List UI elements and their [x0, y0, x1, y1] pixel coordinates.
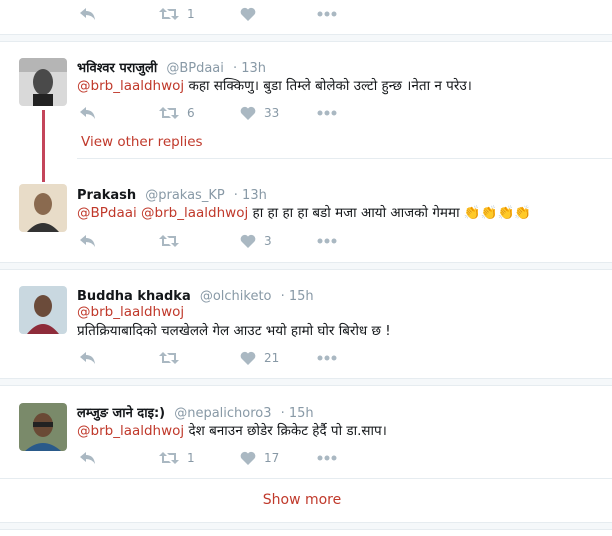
divider [77, 158, 612, 159]
retweet-button[interactable] [159, 348, 179, 368]
like-button[interactable] [240, 4, 256, 24]
like-count: 3 [264, 234, 272, 248]
more-icon [317, 11, 337, 17]
avatar[interactable] [19, 403, 67, 451]
username[interactable]: @olchiketo [200, 289, 272, 304]
more-icon [317, 238, 337, 244]
tweet-text: @brb_laaldhwoj कहा सक्किणु। बुडा तिम्ले … [77, 76, 472, 94]
retweet-button[interactable]: 1 [159, 448, 195, 468]
like-button[interactable]: 17 [240, 448, 279, 468]
tweet-actions: 6 33 [77, 103, 377, 123]
more-button[interactable] [317, 4, 337, 24]
timestamp[interactable]: · 15h [281, 406, 314, 421]
heart-icon [240, 7, 256, 21]
like-button[interactable]: 33 [240, 103, 279, 123]
more-button[interactable] [317, 231, 337, 251]
tweet-actions: 1 [77, 4, 377, 24]
heart-icon [240, 451, 256, 465]
reply-icon [80, 452, 95, 464]
avatar[interactable] [19, 184, 67, 232]
username[interactable]: @BPdaai [166, 61, 224, 76]
tweet-header: Buddha khadka @olchiketo · 15h [77, 285, 314, 304]
retweet-icon [159, 352, 179, 364]
tweet-body: प्रतिक्रियाबादिको चलखेलले गेल आउट भयो हा… [77, 323, 391, 339]
timestamp[interactable]: · 13h [234, 188, 267, 203]
tweet-body: देश बनाउन छोडेर क्रिकेट हेर्दै पो डा.साप… [184, 423, 387, 439]
like-count: 17 [264, 451, 280, 465]
tweet-body: कहा सक्किणु। बुडा तिम्ले बोलेको उल्टो हु… [184, 78, 472, 94]
heart-icon [240, 351, 256, 365]
separator [0, 262, 612, 270]
retweet-button[interactable] [159, 231, 179, 251]
tweet-mention-line: @brb_laaldhwoj [77, 304, 184, 320]
reply-button[interactable] [79, 231, 97, 251]
more-icon [317, 110, 337, 116]
separator [0, 522, 612, 530]
tweet-actions: 3 [77, 231, 377, 251]
reply-icon [80, 352, 95, 364]
retweet-button[interactable]: 1 [159, 4, 195, 24]
retweet-icon [159, 452, 179, 464]
tweet-body: हा हा हा हा बडो मजा आयो आजको गेममा 👏👏👏👏 [248, 205, 532, 221]
reply-icon [80, 107, 95, 119]
like-button[interactable]: 21 [240, 348, 279, 368]
reply-button[interactable] [79, 4, 97, 24]
retweet-icon [159, 107, 179, 119]
retweet-icon [159, 8, 179, 20]
separator [0, 378, 612, 386]
like-button[interactable]: 3 [240, 231, 272, 251]
retweet-button[interactable]: 6 [159, 103, 195, 123]
tweet-header: भविश्वर पराजुली @BPdaai · 13h [77, 57, 266, 76]
more-button[interactable] [317, 348, 337, 368]
display-name[interactable]: Buddha khadka [77, 289, 191, 304]
mention-link[interactable]: @brb_laaldhwoj [77, 78, 184, 94]
timestamp[interactable]: · 13h [233, 61, 266, 76]
more-button[interactable] [317, 103, 337, 123]
display-name[interactable]: भविश्वर पराजुली [77, 61, 157, 76]
mention-link[interactable]: @brb_laaldhwoj [77, 304, 184, 320]
view-other-replies-link[interactable]: View other replies [81, 134, 203, 150]
retweet-count: 1 [187, 7, 195, 21]
username[interactable]: @prakas_KP [145, 188, 224, 203]
timestamp[interactable]: · 15h [281, 289, 314, 304]
display-name[interactable]: Prakash [77, 188, 136, 203]
show-more-button[interactable]: Show more [0, 492, 604, 508]
mention-link[interactable]: @BPdaai @brb_laaldhwoj [77, 205, 248, 221]
like-count: 21 [264, 351, 280, 365]
reply-button[interactable] [79, 348, 97, 368]
reply-button[interactable] [79, 103, 97, 123]
tweet-header: Prakash @prakas_KP · 13h [77, 184, 267, 203]
separator [0, 34, 612, 42]
reply-button[interactable] [79, 448, 97, 468]
display-name[interactable]: लम्जुङ जाने दाइ:) [77, 406, 165, 421]
thread-line [42, 110, 45, 182]
like-count: 33 [264, 106, 280, 120]
more-button[interactable] [317, 448, 337, 468]
username[interactable]: @nepalichoro3 [174, 406, 271, 421]
tweet-text: @BPdaai @brb_laaldhwoj हा हा हा हा बडो म… [77, 203, 531, 221]
heart-icon [240, 106, 256, 120]
tweet-header: लम्जुङ जाने दाइ:) @nepalichoro3 · 15h [77, 402, 314, 421]
retweet-icon [159, 235, 179, 247]
tweet-text: @brb_laaldhwoj देश बनाउन छोडेर क्रिकेट ह… [77, 421, 387, 439]
tweet-actions: 21 [77, 348, 377, 368]
heart-icon [240, 234, 256, 248]
tweet-actions: 1 17 [77, 448, 377, 468]
reply-icon [80, 8, 95, 20]
reply-icon [80, 235, 95, 247]
retweet-count: 1 [187, 451, 195, 465]
retweet-count: 6 [187, 106, 195, 120]
avatar[interactable] [19, 58, 67, 106]
mention-link[interactable]: @brb_laaldhwoj [77, 423, 184, 439]
avatar[interactable] [19, 286, 67, 334]
more-icon [317, 455, 337, 461]
more-icon [317, 355, 337, 361]
divider [0, 478, 612, 479]
